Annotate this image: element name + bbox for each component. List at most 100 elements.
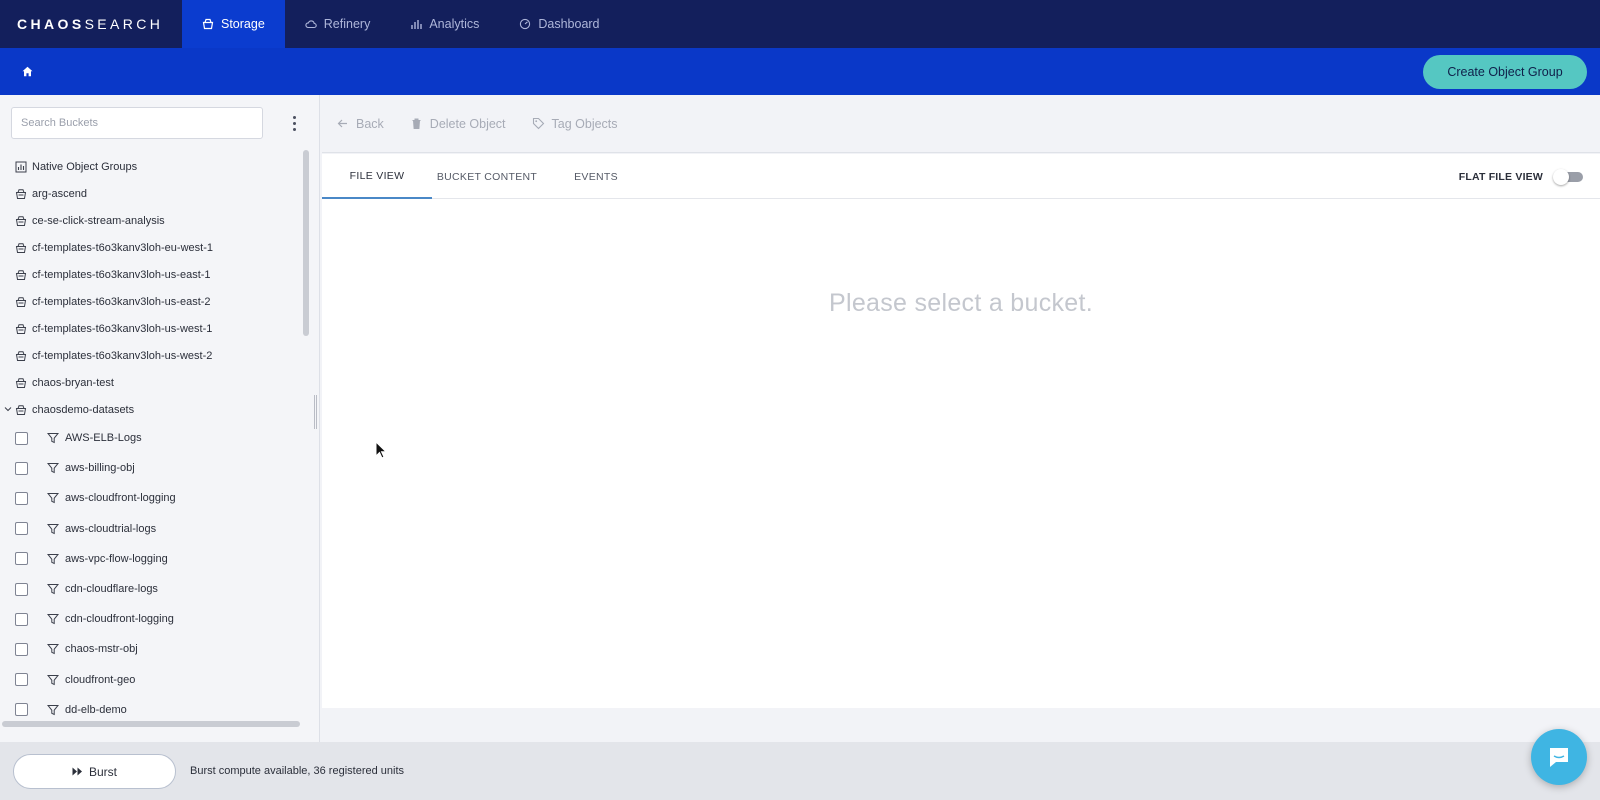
brand-name-thin: SEARCH	[84, 16, 164, 32]
dashboard-icon	[520, 18, 531, 30]
chat-icon	[1550, 748, 1568, 767]
filter-icon	[47, 583, 59, 595]
object-group-row[interactable]: cloudfront-geo	[0, 665, 308, 695]
top-nav: CHAOS SEARCH Storage Refinery Analytics D…	[0, 0, 1600, 48]
object-group-checkbox[interactable]	[15, 552, 28, 566]
sidebar-resize-handle[interactable]	[314, 395, 317, 429]
chevron-down-icon[interactable]	[4, 405, 12, 413]
bucket-icon	[15, 404, 27, 416]
tag-objects-button[interactable]: Tag Objects	[532, 117, 618, 131]
object-group-checkbox[interactable]	[15, 431, 28, 445]
bucket-icon	[15, 215, 27, 227]
chat-launcher-button[interactable]	[1531, 729, 1587, 785]
nav-tab-dashboard[interactable]: Dashboard	[499, 0, 619, 48]
tree-item-bucket[interactable]: cf-templates-t6o3kanv3loh-us-west-1	[0, 315, 308, 342]
object-group-label: dd-elb-demo	[65, 703, 127, 716]
nav-tab-label: Dashboard	[538, 17, 600, 31]
trash-icon	[412, 118, 421, 129]
more-options-button[interactable]	[284, 113, 304, 133]
back-label: Back	[356, 116, 384, 131]
brand-logo[interactable]: CHAOS SEARCH	[0, 0, 182, 48]
object-group-row[interactable]: aws-cloudtrial-logs	[0, 514, 308, 544]
tag-icon	[532, 117, 544, 130]
nav-tab-analytics[interactable]: Analytics	[390, 0, 499, 48]
panel-tabs: FILE VIEW BUCKET CONTENT EVENTS FLAT FIL…	[322, 154, 1600, 199]
back-button[interactable]: Back	[336, 117, 384, 131]
tree-item-bucket[interactable]: arg-ascend	[0, 180, 308, 207]
object-group-label: cdn-cloudflare-logs	[65, 583, 158, 596]
tree-item-bucket[interactable]: cf-templates-t6o3kanv3loh-us-east-1	[0, 261, 308, 288]
object-group-checkbox[interactable]	[15, 491, 28, 505]
sidebar-vertical-scrollbar[interactable]	[303, 150, 309, 336]
delete-object-label: Delete Object	[429, 116, 506, 131]
flat-file-view-toggle[interactable]	[1551, 169, 1585, 185]
tree-item-label: cf-templates-t6o3kanv3loh-us-west-1	[32, 322, 213, 335]
object-group-checkbox[interactable]	[15, 642, 28, 656]
object-group-checkbox[interactable]	[15, 612, 28, 626]
nav-tab-storage[interactable]: Storage	[182, 0, 285, 48]
tree-item-native-object-groups[interactable]: Native Object Groups	[0, 153, 308, 180]
tag-objects-label: Tag Objects	[551, 116, 618, 131]
burst-button[interactable]: Burst	[13, 754, 176, 789]
object-group-checkbox[interactable]	[15, 582, 28, 596]
tab-bucket-content[interactable]: BUCKET CONTENT	[432, 154, 542, 199]
filter-icon	[47, 553, 59, 565]
object-group-row[interactable]: aws-vpc-flow-logging	[0, 544, 308, 574]
bucket-icon	[202, 18, 214, 30]
tree-item-label: cf-templates-t6o3kanv3loh-us-east-2	[32, 295, 211, 308]
flat-file-view-label: FLAT FILE VIEW	[1458, 171, 1543, 183]
delete-object-button[interactable]: Delete Object	[410, 117, 506, 131]
tab-file-view[interactable]: FILE VIEW	[322, 154, 432, 199]
chart-icon	[15, 161, 27, 173]
tree-item-label: cf-templates-t6o3kanv3loh-us-west-2	[32, 349, 213, 362]
burst-status-text: Burst compute available, 36 registered u…	[190, 765, 405, 777]
filter-icon	[47, 643, 59, 655]
object-group-row[interactable]: AWS-ELB-Logs	[0, 423, 308, 453]
object-group-row[interactable]: aws-cloudfront-logging	[0, 483, 308, 513]
home-icon	[22, 66, 32, 77]
filter-icon	[47, 704, 59, 716]
object-group-checkbox[interactable]	[15, 461, 28, 475]
toggle-knob	[1553, 169, 1569, 185]
filter-icon	[47, 523, 59, 535]
tree-item-label: chaos-bryan-test	[32, 376, 114, 389]
bucket-tree: Native Object Groups arg-ascend ce-se-cl…	[0, 153, 308, 725]
sidebar-horizontal-scrollbar[interactable]	[2, 721, 300, 727]
object-group-row[interactable]: cdn-cloudfront-logging	[0, 604, 308, 634]
breadcrumb-bar: Create Object Group	[0, 48, 1600, 95]
create-object-group-button[interactable]: Create Object Group	[1423, 55, 1587, 89]
bucket-icon	[15, 323, 27, 335]
tree-item-bucket[interactable]: cf-templates-t6o3kanv3loh-eu-west-1	[0, 234, 308, 261]
nav-tab-refinery[interactable]: Refinery	[285, 0, 391, 48]
object-group-label: aws-cloudfront-logging	[65, 492, 176, 505]
tree-item-label: cf-templates-t6o3kanv3loh-eu-west-1	[32, 241, 213, 254]
tree-item-label: arg-ascend	[32, 187, 88, 200]
object-group-checkbox[interactable]	[15, 703, 28, 717]
search-buckets-input[interactable]	[11, 107, 263, 139]
filter-icon	[47, 674, 59, 686]
tree-item-bucket-expanded[interactable]: chaosdemo-datasets	[0, 396, 308, 423]
bottom-bar: Burst Burst compute available, 36 regist…	[0, 742, 1600, 800]
home-button[interactable]	[13, 58, 41, 86]
kebab-dot	[292, 115, 296, 119]
tree-item-bucket[interactable]: cf-templates-t6o3kanv3loh-us-east-2	[0, 288, 308, 315]
tree-item-bucket[interactable]: ce-se-click-stream-analysis	[0, 207, 308, 234]
tree-item-bucket[interactable]: cf-templates-t6o3kanv3loh-us-west-2	[0, 342, 308, 369]
tree-item-bucket[interactable]: chaos-bryan-test	[0, 369, 308, 396]
object-group-row[interactable]: cdn-cloudflare-logs	[0, 574, 308, 604]
bucket-icon	[15, 188, 27, 200]
search-wrapper	[11, 107, 263, 139]
object-group-row[interactable]: aws-billing-obj	[0, 453, 308, 483]
bucket-icon	[15, 296, 27, 308]
object-group-checkbox[interactable]	[15, 522, 28, 536]
kebab-dot	[292, 127, 296, 131]
cloud-icon	[305, 20, 317, 29]
tab-events[interactable]: EVENTS	[546, 154, 646, 199]
bucket-icon	[15, 242, 27, 254]
object-group-row[interactable]: chaos-mstr-obj	[0, 634, 308, 664]
bar-chart-icon	[411, 20, 423, 29]
object-group-checkbox[interactable]	[15, 673, 28, 687]
mouse-cursor-icon	[375, 441, 388, 459]
object-group-label: aws-cloudtrial-logs	[65, 522, 157, 535]
object-group-label: aws-billing-obj	[65, 462, 135, 475]
